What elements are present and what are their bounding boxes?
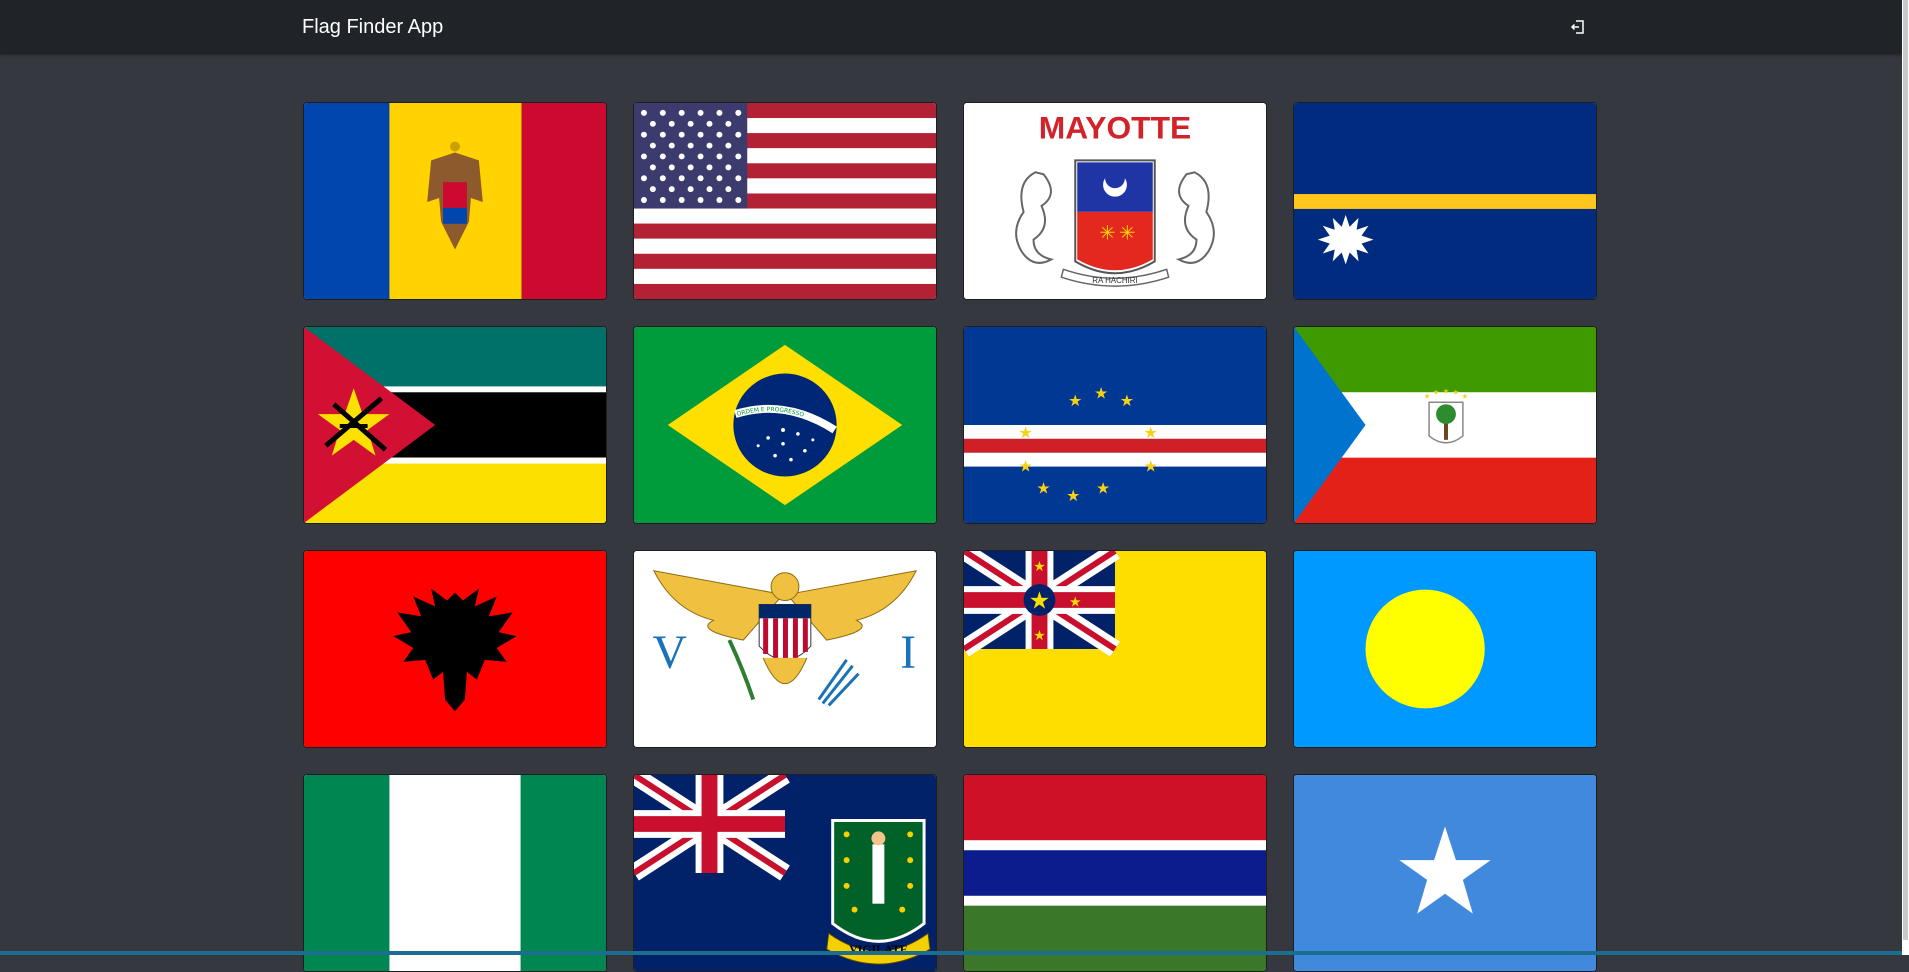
flag-nigeria [304,775,606,971]
flag-somalia [1294,775,1596,971]
flag-grid: MAYOTTE ✳ ✳ RA HACHIRI ORDEM E PROGRESSO… [303,102,1597,972]
svg-text:★: ★ [1018,457,1032,476]
flag-nauru [1294,103,1596,299]
svg-text:★: ★ [1036,478,1050,497]
svg-text:★: ★ [1033,628,1045,644]
svg-text:★: ★ [1144,457,1158,476]
flag-card[interactable]: ★ ★ ★ ★ [963,550,1267,748]
flag-card[interactable]: ORDEM E PROGRESSO [633,326,937,524]
flag-mayotte: MAYOTTE ✳ ✳ RA HACHIRI [964,103,1266,299]
flag-brazil: ORDEM E PROGRESSO [634,327,936,523]
svg-text:★: ★ [1029,586,1050,614]
logout-button[interactable] [1566,15,1590,39]
svg-text:★: ★ [1462,392,1468,400]
flag-card[interactable] [303,774,607,972]
flag-card[interactable] [633,102,937,300]
flag-moldova [304,103,606,299]
flag-gambia [964,775,1266,971]
flag-british-virgin-islands: VIGILATE [634,775,936,971]
svg-text:★: ★ [1066,486,1080,505]
flag-equatorial-guinea: ★ ★ ★ ★ ★ [1294,327,1596,523]
scrollbar-thumb[interactable] [1903,0,1908,940]
svg-text:★: ★ [1443,387,1449,395]
flag-palau [1294,551,1596,747]
flag-cape-verde: ★ ★ ★ ★ ★ ★ ★ ★ ★ ★ [964,327,1266,523]
svg-text:★: ★ [1433,388,1439,396]
flag-letter-left: V [653,627,687,679]
flag-card[interactable]: VIGILATE [633,774,937,972]
flag-card[interactable] [1293,102,1597,300]
flag-albania [304,551,606,747]
svg-text:★: ★ [1033,559,1045,575]
flag-united-states [634,103,936,299]
logout-icon [1570,20,1584,34]
vertical-scrollbar[interactable] [1902,0,1909,955]
svg-text:★: ★ [1120,391,1134,410]
svg-text:★: ★ [1144,423,1158,442]
flag-card[interactable] [1293,774,1597,972]
flag-mozambique [304,327,606,523]
svg-text:✳: ✳ [1099,222,1116,245]
flag-us-virgin-islands: V I [634,551,936,747]
top-app-bar: Flag Finder App [0,0,1902,54]
flag-text: MAYOTTE [1039,110,1191,146]
flag-letter-right: I [900,627,916,679]
svg-text:★: ★ [1018,423,1032,442]
flag-card[interactable] [963,774,1267,972]
app-title: Flag Finder App [302,16,444,38]
svg-text:★: ★ [1068,391,1082,410]
svg-text:★: ★ [1069,594,1081,610]
flag-niue: ★ ★ ★ ★ [964,551,1266,747]
flag-card[interactable] [1293,550,1597,748]
flag-card[interactable] [303,102,607,300]
flag-card[interactable] [303,550,607,748]
svg-text:★: ★ [1096,478,1110,497]
svg-text:★: ★ [1453,388,1459,396]
svg-text:✳: ✳ [1119,222,1136,245]
bottom-edge [0,951,1902,955]
flag-motto: RA HACHIRI [1092,276,1137,285]
flag-card[interactable] [303,326,607,524]
flag-card[interactable]: V I [633,550,937,748]
flag-card[interactable]: ★ ★ ★ ★ ★ [1293,326,1597,524]
svg-text:★: ★ [1094,383,1108,402]
svg-text:★: ★ [1424,392,1430,400]
flag-card[interactable]: ★ ★ ★ ★ ★ ★ ★ ★ ★ ★ [963,326,1267,524]
flag-card[interactable]: MAYOTTE ✳ ✳ RA HACHIRI [963,102,1267,300]
